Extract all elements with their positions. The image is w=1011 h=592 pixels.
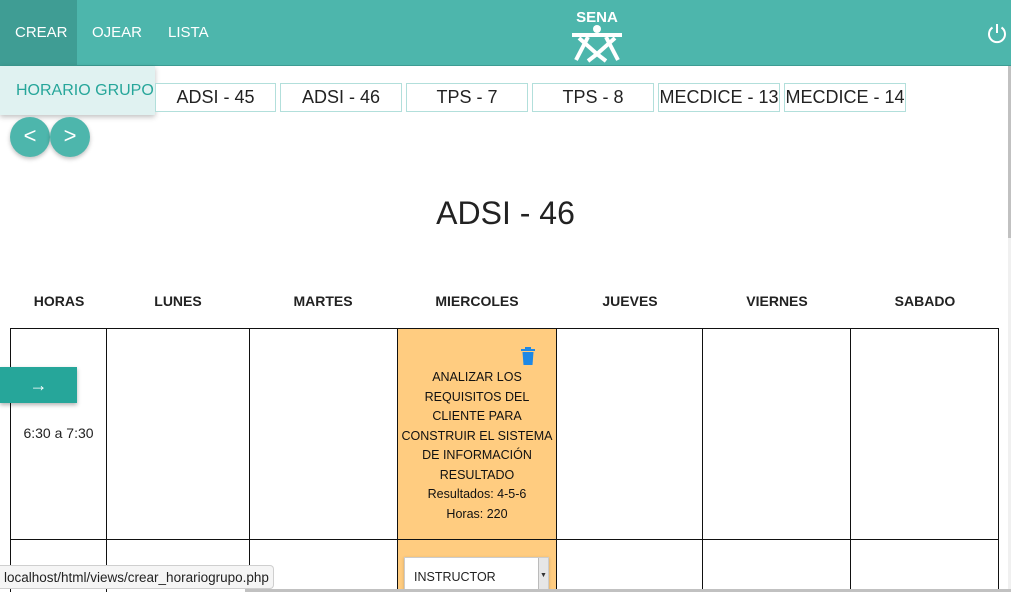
- group-tab-tps-8[interactable]: TPS - 8: [532, 83, 654, 112]
- column-header-miercoles: MIERCOLES: [435, 293, 519, 309]
- group-tab-mecdice-14[interactable]: MECDICE - 14: [784, 83, 906, 112]
- grid-line: [397, 328, 398, 592]
- hour-label: 6:30 a 7:30: [23, 425, 94, 441]
- column-header-sabado: SABADO: [894, 293, 956, 309]
- grid-line: [702, 328, 703, 592]
- chevron-down-icon: ▼: [538, 558, 548, 592]
- nav-item-crear[interactable]: CREAR: [0, 0, 77, 65]
- grid-line: [850, 328, 851, 592]
- grid-line: [249, 328, 250, 592]
- column-header-horas: HORAS: [33, 293, 85, 309]
- resultados-text: Resultados: 4-5-6: [427, 487, 527, 501]
- trash-icon[interactable]: [520, 347, 536, 365]
- sena-logo-text: SENA: [576, 9, 618, 26]
- status-bar-url: localhost/html/views/crear_horariogrupo.…: [0, 565, 274, 589]
- column-header-lunes: LUNES: [154, 293, 202, 309]
- nav-item-lista[interactable]: LISTA: [153, 0, 224, 65]
- group-tab-adsi-45[interactable]: ADSI - 45: [155, 83, 276, 112]
- nav-item-ojear[interactable]: OJEAR: [77, 0, 157, 65]
- instructor-select-value: INSTRUCTOR: [414, 570, 496, 584]
- horas-text: Horas: 220: [446, 507, 508, 521]
- column-header-viernes: VIERNES: [746, 293, 808, 309]
- power-icon[interactable]: [986, 22, 1008, 44]
- grid-line: [106, 328, 107, 592]
- dropdown-item-horario-grupo[interactable]: HORARIO GRUPO: [0, 66, 155, 115]
- column-header-martes: MARTES: [293, 293, 353, 309]
- group-tab-adsi-46[interactable]: ADSI - 46: [280, 83, 402, 112]
- grid-line: [556, 328, 557, 592]
- group-tab-tps-7[interactable]: TPS - 7: [406, 83, 528, 112]
- prev-button[interactable]: <: [10, 117, 50, 157]
- grid-line: [998, 328, 999, 592]
- competencia-text: ANALIZAR LOS REQUISITOS DEL CLIENTE PARA…: [401, 370, 553, 482]
- row-arrow-button[interactable]: →: [0, 367, 77, 403]
- instructor-select[interactable]: INSTRUCTOR ▼: [404, 557, 549, 592]
- schedule-title: ADSI - 46: [436, 195, 575, 231]
- next-button[interactable]: >: [50, 117, 90, 157]
- sena-logo: SENA: [572, 9, 622, 63]
- column-header-jueves: JUEVES: [602, 293, 658, 309]
- top-navbar: CREAR OJEAR LISTA SENA: [0, 0, 1011, 66]
- group-tab-mecdice-13[interactable]: MECDICE - 13: [658, 83, 780, 112]
